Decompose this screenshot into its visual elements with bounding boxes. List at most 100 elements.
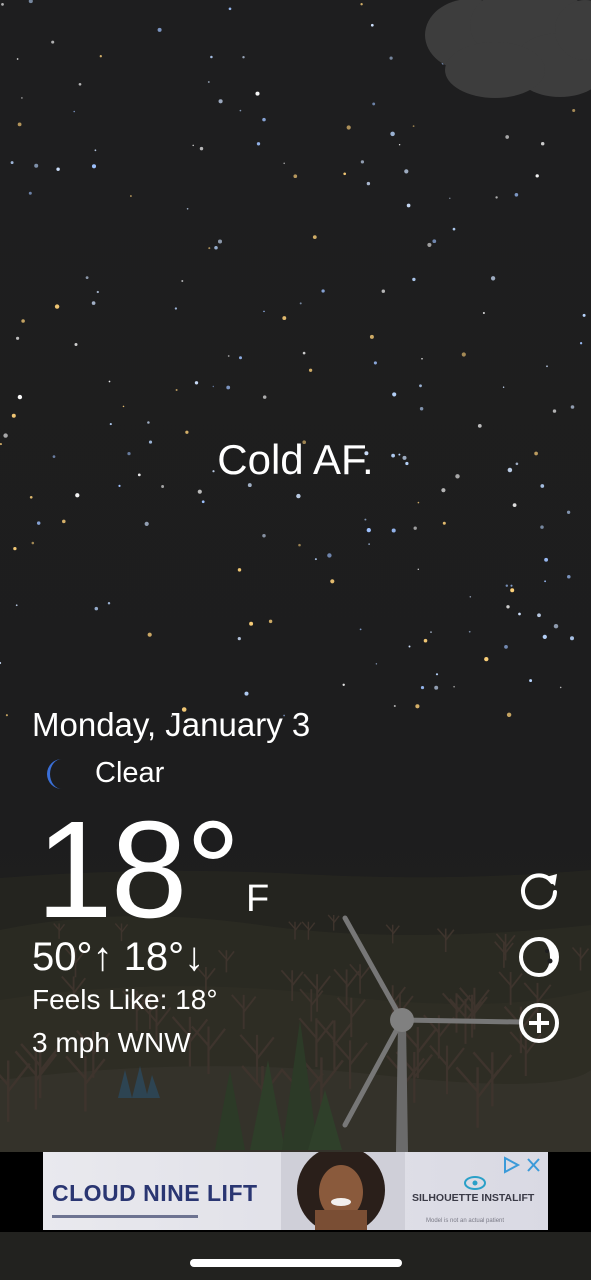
star (181, 279, 184, 283)
star (91, 164, 97, 169)
star (214, 246, 218, 250)
star (366, 181, 371, 186)
star (504, 645, 508, 649)
feels-like-label: Feels Like: 18° (32, 984, 218, 1015)
star (227, 355, 230, 357)
refresh-icon[interactable] (516, 866, 562, 912)
ad-choices-controls[interactable] (501, 1156, 543, 1174)
star (74, 342, 78, 347)
star (505, 135, 510, 139)
star (51, 40, 55, 44)
temperature-unit: F (246, 878, 270, 920)
star (161, 485, 165, 488)
add-location-icon[interactable] (516, 1000, 562, 1046)
star (370, 23, 374, 27)
star (366, 527, 371, 533)
star (540, 525, 544, 529)
star (263, 310, 265, 313)
star (419, 407, 424, 411)
star (510, 588, 515, 593)
star (78, 82, 82, 86)
star (175, 388, 178, 392)
star (567, 574, 571, 579)
star (299, 302, 302, 305)
star (369, 334, 374, 339)
star (16, 58, 19, 60)
star (262, 395, 267, 399)
high-low-temperature: 50°↑ 18°↓ (32, 935, 205, 979)
star (31, 541, 35, 545)
star (342, 683, 345, 686)
star (256, 142, 261, 146)
star (544, 557, 549, 562)
star (570, 405, 575, 409)
star (535, 174, 539, 178)
close-icon[interactable] (527, 1158, 540, 1172)
star (392, 392, 397, 397)
star (199, 146, 204, 151)
home-indicator[interactable] (190, 1259, 402, 1267)
star (482, 311, 485, 315)
star (194, 381, 199, 385)
wind-label: 3 mph WNW (32, 1027, 191, 1058)
star (529, 679, 533, 683)
star (201, 500, 205, 504)
star (372, 102, 376, 106)
ad-banner[interactable]: CLOUD NINE LIFT SILHOUETTE INSTALIFT Mod… (43, 1152, 548, 1230)
moon-phase-icon[interactable] (516, 934, 562, 980)
star (28, 191, 32, 195)
ad-choices-icon[interactable] (504, 1156, 521, 1174)
ad-divider (52, 1215, 198, 1218)
star (16, 336, 20, 340)
star (540, 141, 545, 146)
star (13, 546, 17, 551)
ad-disclaimer: Model is not an actual patient (426, 1218, 505, 1224)
star (469, 596, 472, 598)
star (94, 149, 97, 152)
star (360, 3, 363, 6)
star (559, 686, 562, 689)
star (34, 163, 39, 168)
star (552, 409, 557, 413)
star (420, 686, 425, 690)
star (29, 495, 33, 499)
star (321, 289, 325, 293)
star (174, 307, 178, 310)
star (96, 290, 99, 294)
star (360, 160, 365, 164)
star (239, 356, 242, 360)
star (62, 519, 66, 524)
ad-product-text: SILHOUETTE INSTALIFT (412, 1192, 535, 1204)
star (390, 131, 395, 137)
star (512, 503, 517, 507)
star (212, 385, 215, 388)
ad-logo-icon (464, 1176, 486, 1190)
star (207, 81, 210, 83)
star (381, 289, 386, 293)
star (406, 203, 411, 208)
star (208, 247, 211, 250)
star (283, 162, 285, 165)
star (147, 421, 150, 424)
star (237, 568, 242, 572)
star (312, 235, 317, 240)
star (147, 632, 152, 637)
star (108, 380, 111, 383)
star (85, 276, 89, 280)
star (484, 656, 489, 662)
bottom-ground (0, 1232, 591, 1280)
star (419, 384, 422, 388)
star (412, 125, 415, 127)
star (118, 484, 121, 487)
star (423, 638, 428, 643)
star (553, 623, 559, 629)
star (569, 636, 575, 641)
star (393, 704, 396, 708)
star (17, 394, 23, 400)
star (427, 242, 432, 247)
star (10, 161, 14, 165)
star (157, 27, 162, 32)
star (255, 91, 260, 96)
star (144, 521, 149, 527)
star (242, 56, 245, 59)
